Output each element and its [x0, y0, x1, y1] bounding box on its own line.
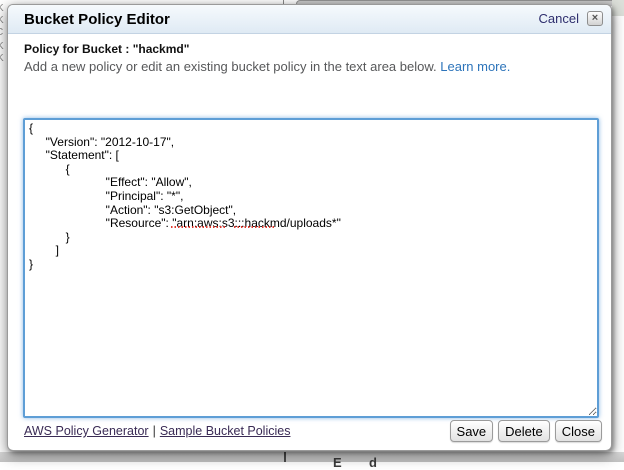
footer-buttons: Save Delete Close — [450, 420, 602, 442]
save-button[interactable]: Save — [450, 420, 494, 442]
close-button[interactable]: Close — [555, 420, 602, 442]
background-text-fragment: E — [333, 455, 342, 470]
close-icon: × — [592, 12, 598, 24]
policy-bucket-heading: Policy for Bucket : "hackmd" — [24, 42, 189, 56]
background-text-fragment: K — [0, 16, 5, 26]
dialog-footer: AWS Policy Generator | Sample Bucket Polic… — [24, 419, 602, 443]
delete-button[interactable]: Delete — [498, 420, 550, 442]
bucket-policy-editor-dialog: Bucket Policy Editor Cancel × Policy for… — [7, 4, 612, 451]
policy-text-area[interactable] — [23, 118, 599, 418]
background-strip-bottom — [0, 452, 624, 462]
dialog-header-actions: Cancel × — [539, 11, 603, 26]
background-text-fragment: K — [0, 42, 5, 52]
footer-links: AWS Policy Generator | Sample Bucket Polic… — [24, 424, 290, 438]
background-corner-patch — [612, 0, 624, 16]
dialog-description: Add a new policy or edit an existing buc… — [24, 59, 510, 74]
background-text-fragment: CE — [0, 28, 4, 38]
background-text-fragment: K — [0, 54, 5, 64]
description-text: Add a new policy or edit an existing buc… — [24, 59, 437, 74]
dialog-close-button[interactable]: × — [587, 11, 603, 26]
learn-more-link[interactable]: Learn more. — [440, 59, 510, 74]
background-text-fragment: K — [0, 4, 5, 14]
background-text-fragment: d — [369, 455, 377, 470]
background-divider-line-bottom — [284, 452, 286, 462]
link-separator: | — [153, 424, 156, 438]
cancel-link[interactable]: Cancel — [539, 11, 579, 26]
dialog-title: Bucket Policy Editor — [24, 11, 170, 28]
dialog-header: Bucket Policy Editor Cancel × — [8, 5, 611, 34]
aws-policy-generator-link[interactable]: AWS Policy Generator — [24, 424, 149, 438]
sample-bucket-policies-link[interactable]: Sample Bucket Policies — [160, 424, 291, 438]
